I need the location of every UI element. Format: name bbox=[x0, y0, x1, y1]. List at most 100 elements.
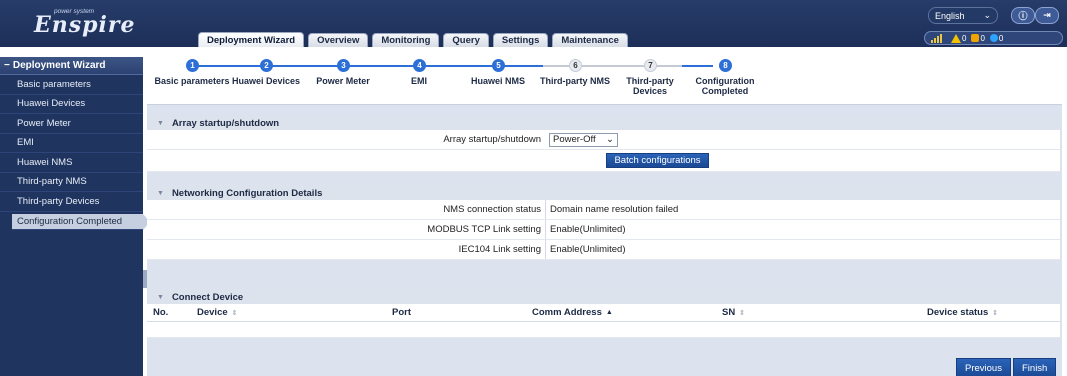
iec104-value: Enable(Unlimited) bbox=[545, 240, 626, 259]
step-number: 8 bbox=[719, 59, 732, 72]
network-section-header[interactable]: ▼ Networking Configuration Details bbox=[147, 186, 1060, 200]
nms-status-value: Domain name resolution failed bbox=[545, 200, 678, 219]
array-section-title: Array startup/shutdown bbox=[171, 117, 280, 129]
sort-icon: ⇕ bbox=[231, 309, 238, 317]
column-device[interactable]: Device ⇕ bbox=[197, 307, 392, 318]
step-label: Third-party Devices bbox=[626, 76, 674, 96]
step-number: 1 bbox=[186, 59, 199, 72]
info-icon[interactable]: ⓘ bbox=[1011, 7, 1035, 24]
column-no-label: No. bbox=[153, 307, 169, 318]
sidebar: − Deployment Wizard Basic parameters Hua… bbox=[0, 57, 150, 376]
chevron-down-icon: ⌄ bbox=[983, 10, 991, 20]
batch-configurations-button[interactable]: Batch configurations bbox=[606, 153, 709, 168]
device-section-title: Connect Device bbox=[171, 291, 244, 303]
language-value: English bbox=[935, 10, 965, 21]
array-field-value: Power-Off ⌄ bbox=[545, 130, 618, 149]
sidebar-item-huawei-devices[interactable]: Huawei Devices bbox=[0, 95, 143, 114]
column-device-status-label: Device status bbox=[927, 307, 989, 318]
step-number: 7 bbox=[644, 59, 657, 72]
signal-icon bbox=[931, 33, 942, 43]
modbus-label: MODBUS TCP Link setting bbox=[427, 224, 541, 235]
column-device-status[interactable]: Device status ⇕ bbox=[927, 307, 1057, 318]
tab-settings[interactable]: Settings bbox=[492, 33, 549, 47]
tab-overview[interactable]: Overview bbox=[308, 33, 369, 47]
device-section-header[interactable]: ▼ Connect Device bbox=[147, 290, 1060, 304]
nms-status-label: NMS connection status bbox=[443, 204, 541, 215]
sidebar-item-third-party-devices[interactable]: Third-party Devices bbox=[0, 192, 143, 212]
top-header: power system Enspire Deployment Wizard O… bbox=[0, 0, 1067, 47]
column-device-label: Device bbox=[197, 307, 228, 318]
tab-monitoring[interactable]: Monitoring bbox=[372, 33, 440, 47]
step-number: 3 bbox=[337, 59, 350, 72]
critical-alarm[interactable]: 0 bbox=[951, 33, 967, 43]
step-number: 6 bbox=[569, 59, 582, 72]
main-content: 1 Basic parameters 2 Huawei Devices 3 Po… bbox=[147, 47, 1062, 376]
column-sn-label: SN bbox=[722, 307, 736, 318]
major-alarm[interactable]: 0 bbox=[971, 33, 985, 43]
column-port[interactable]: Port bbox=[392, 307, 532, 318]
column-no[interactable]: No. bbox=[147, 307, 197, 318]
step-label: Third-party NMS bbox=[539, 76, 610, 86]
chevron-down-icon: ▼ bbox=[157, 293, 164, 301]
step-number: 4 bbox=[413, 59, 426, 72]
array-section-header[interactable]: ▼ Array startup/shutdown bbox=[147, 116, 1060, 130]
tab-query[interactable]: Query bbox=[443, 33, 489, 47]
step-progress-line bbox=[192, 65, 543, 67]
network-section-title: Networking Configuration Details bbox=[171, 187, 323, 199]
step-number: 2 bbox=[260, 59, 273, 72]
finish-button[interactable]: Finish bbox=[1013, 358, 1057, 376]
array-field-label: Array startup/shutdown bbox=[443, 134, 541, 145]
language-select[interactable]: English ⌄ bbox=[928, 7, 998, 24]
sort-ascending-icon: ▲ bbox=[605, 309, 613, 316]
major-alarm-count: 0 bbox=[980, 33, 985, 43]
iec104-label: IEC104 Link setting bbox=[458, 244, 541, 255]
sort-icon: ⇕ bbox=[992, 309, 999, 317]
device-section: ▼ Connect Device No. Device ⇕ Port Comm … bbox=[147, 290, 1060, 338]
chevron-down-icon: ⌄ bbox=[606, 134, 614, 145]
column-port-label: Port bbox=[392, 307, 411, 318]
minor-alarm[interactable]: 0 bbox=[989, 33, 1004, 43]
sidebar-item-third-party-nms[interactable]: Third-party NMS bbox=[0, 173, 143, 192]
previous-button[interactable]: Previous bbox=[956, 358, 1011, 376]
tab-maintenance[interactable]: Maintenance bbox=[552, 33, 628, 47]
column-sn[interactable]: SN ⇕ bbox=[722, 307, 927, 318]
array-startup-value: Power-Off bbox=[553, 134, 596, 145]
sidebar-item-basic-parameters[interactable]: Basic parameters bbox=[0, 75, 143, 95]
logo-text: Enspire bbox=[34, 12, 136, 38]
major-alarm-icon bbox=[971, 34, 980, 42]
array-section: ▼ Array startup/shutdown Array startup/s… bbox=[147, 116, 1060, 172]
device-table-empty bbox=[147, 322, 1060, 338]
network-row-nms: NMS connection status Domain name resolu… bbox=[147, 200, 1060, 220]
column-comm-address[interactable]: Comm Address ▲ bbox=[532, 307, 722, 318]
alarm-bar[interactable]: 0 0 0 bbox=[924, 31, 1063, 45]
step-label: Power Meter bbox=[316, 76, 370, 86]
sidebar-item-configuration-completed[interactable]: Configuration Completed bbox=[12, 213, 150, 230]
step-label: Huawei NMS bbox=[470, 76, 525, 86]
sidebar-item-power-meter[interactable]: Power Meter bbox=[0, 114, 143, 134]
minor-alarm-count: 0 bbox=[998, 33, 1004, 43]
critical-alarm-count: 0 bbox=[962, 33, 967, 43]
column-comm-address-label: Comm Address bbox=[532, 307, 602, 318]
step-label: Configuration Completed bbox=[695, 76, 755, 96]
network-row-modbus: MODBUS TCP Link setting Enable(Unlimited… bbox=[147, 220, 1060, 240]
tab-deployment-wizard[interactable]: Deployment Wizard bbox=[198, 32, 305, 47]
collapse-icon: − bbox=[4, 60, 10, 71]
sidebar-title-label: Deployment Wizard bbox=[12, 60, 106, 71]
network-section: ▼ Networking Configuration Details NMS c… bbox=[147, 186, 1060, 260]
sidebar-title[interactable]: − Deployment Wizard bbox=[0, 57, 143, 75]
step-number: 5 bbox=[492, 59, 505, 72]
array-field-row: Array startup/shutdown Power-Off ⌄ bbox=[147, 130, 1060, 150]
modbus-value: Enable(Unlimited) bbox=[545, 220, 626, 239]
enspire-logo: power system Enspire bbox=[10, 4, 140, 42]
sidebar-item-emi[interactable]: EMI bbox=[0, 134, 143, 153]
array-button-row: Batch configurations bbox=[147, 150, 1060, 172]
device-table-header: No. Device ⇕ Port Comm Address ▲ SN ⇕ De… bbox=[147, 304, 1060, 322]
warning-triangle-icon bbox=[951, 33, 961, 43]
step-label: EMI bbox=[410, 76, 427, 86]
logout-icon[interactable]: ⇥ bbox=[1035, 7, 1059, 24]
network-row-iec104: IEC104 Link setting Enable(Unlimited) bbox=[147, 240, 1060, 260]
sort-icon: ⇕ bbox=[739, 309, 746, 317]
wizard-steps: 1 Basic parameters 2 Huawei Devices 3 Po… bbox=[147, 47, 1062, 105]
sidebar-item-huawei-nms[interactable]: Huawei NMS bbox=[0, 153, 143, 173]
array-startup-select[interactable]: Power-Off ⌄ bbox=[549, 132, 618, 147]
